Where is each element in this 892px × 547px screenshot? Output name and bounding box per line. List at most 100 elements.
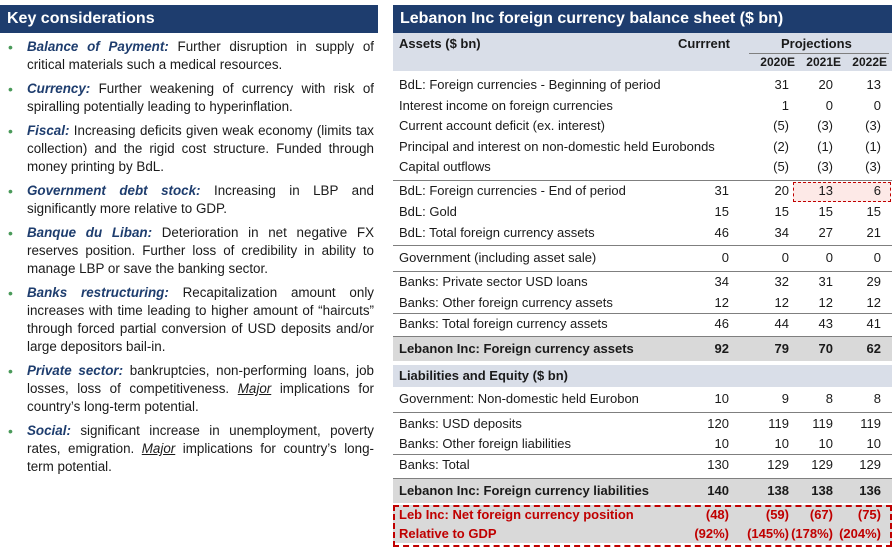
consideration-item: • Social: significant increase in unemplo… [0, 422, 378, 476]
consideration-term: Balance of Payment: [27, 39, 169, 54]
balance-sheet-header: Lebanon Inc foreign currency balance she… [393, 5, 892, 33]
table-row: Interest income on foreign currencies 1 0 0 [393, 96, 892, 117]
projection-value: 0 [873, 249, 881, 265]
bullet-icon: • [8, 39, 13, 55]
bullet-icon: • [8, 285, 13, 301]
liabilities-header-band: Liabilities and Equity ($ bn) [393, 364, 892, 387]
row-label: BdL: Gold [399, 203, 457, 219]
projection-value: 119 [768, 415, 789, 431]
current-value: 0 [721, 249, 729, 265]
liabilities-total-row: Lebanon Inc: Foreign currency liabilitie… [393, 478, 892, 503]
key-considerations-list: • Balance of Payment: Further disruption … [0, 38, 378, 482]
bullet-icon: • [8, 183, 13, 199]
projection-value: (3) [817, 118, 833, 133]
projection-value: (2) [773, 138, 789, 154]
row-label: Banks: Total [399, 456, 470, 472]
current-value: 12 [714, 294, 729, 310]
projection-value: 31 [818, 273, 833, 289]
projection-value: 0 [825, 249, 833, 265]
consideration-term: Banque du Liban: [27, 225, 153, 240]
net-position-box [393, 504, 892, 547]
projection-value: 31 [774, 77, 789, 92]
projection-value: (1) [865, 138, 881, 154]
projection-value: 6 [873, 182, 881, 198]
projection-value: 0 [781, 249, 789, 265]
projection-value: 10 [866, 435, 881, 451]
table-row: BdL: Foreign currencies - Beginning of p… [393, 75, 892, 96]
current-value: 140 [707, 482, 729, 498]
table-row: Banks: Other foreign currency assets 12 12… [393, 292, 892, 313]
projection-value: 119 [860, 415, 881, 431]
projection-value: 10 [774, 435, 789, 451]
row-label: Lebanon Inc: Foreign currency liabilitie… [399, 482, 649, 498]
key-considerations-header: Key considerations [0, 5, 378, 33]
current-value: 120 [707, 415, 729, 431]
projection-value: 41 [866, 315, 881, 331]
row-label: Current account deficit (ex. interest) [399, 118, 605, 133]
projection-value: (3) [817, 159, 833, 174]
current-header: Currrent [678, 36, 731, 51]
projection-value: 34 [774, 224, 789, 240]
projection-value: 44 [774, 315, 789, 331]
emphasis-text: Major [141, 441, 176, 456]
row-label: BdL: Total foreign currency assets [399, 224, 595, 240]
projection-value: 8 [825, 390, 833, 406]
projection-value: 0 [825, 97, 833, 113]
table-row: Government (including asset sale) 0 0 0 0 [393, 247, 892, 269]
year-header: 2022E [852, 55, 887, 69]
projection-value: 10 [818, 435, 833, 451]
current-value: 46 [714, 224, 729, 240]
row-label: Lebanon Inc: Foreign currency assets [399, 340, 634, 356]
projection-value: (3) [865, 159, 881, 174]
current-value: 92 [714, 340, 729, 356]
table-row: Banks: Other foreign liabilities 10 10 10 10 [393, 434, 892, 454]
projection-value: 0 [873, 97, 881, 113]
table-row: Capital outflows (5) (3) (3) [393, 157, 892, 178]
current-value: 10 [714, 390, 729, 406]
row-label: Banks: Total foreign currency assets [399, 315, 608, 331]
row-label: Capital outflows [399, 159, 491, 174]
row-label: Principal and interest on non-domestic h… [399, 138, 715, 154]
consideration-item: • Balance of Payment: Further disruption … [0, 38, 378, 74]
projection-value: 12 [774, 294, 789, 310]
projection-value: 70 [818, 340, 833, 356]
consideration-term: Fiscal: [27, 123, 70, 138]
projection-value: 43 [818, 315, 833, 331]
liabilities-header: Liabilities and Equity ($ bn) [399, 367, 569, 383]
consideration-text: Increasing deficits given weak economy (… [27, 123, 374, 174]
projection-value: 9 [781, 390, 789, 406]
consideration-term: Banks restructuring: [27, 285, 169, 300]
projection-value: 15 [866, 203, 881, 219]
table-row: Government: Non-domestic held Eurobon 10 9… [393, 389, 892, 409]
row-label: Banks: Private sector USD loans [399, 273, 588, 289]
bullet-icon: • [8, 363, 13, 379]
year-header: 2020E [760, 55, 795, 69]
consideration-item: • Private sector: bankruptcies, non-perfo… [0, 362, 378, 416]
current-value: 10 [714, 435, 729, 451]
projections-underline [749, 53, 889, 54]
row-label: Banks: Other foreign currency assets [399, 294, 613, 310]
projection-value: 129 [767, 456, 789, 472]
row-label: Government (including asset sale) [399, 249, 597, 265]
projection-value: 138 [811, 482, 833, 498]
projection-value: 1 [781, 97, 789, 113]
projection-value: 20 [818, 77, 833, 92]
emphasis-text: Major [237, 381, 272, 396]
projection-value: (3) [865, 118, 881, 133]
consideration-item: • Banks restructuring: Recapitalization a… [0, 284, 378, 356]
table-row: Principal and interest on non-domestic h… [393, 137, 892, 158]
projection-value: 129 [859, 456, 881, 472]
bullet-icon: • [8, 423, 13, 439]
row-label: Banks: USD deposits [399, 415, 522, 431]
current-value: 15 [714, 203, 729, 219]
assets-header: Assets ($ bn) [399, 36, 481, 51]
year-header: 2021E [806, 55, 841, 69]
current-value: 34 [714, 273, 729, 289]
current-value: 46 [714, 315, 729, 331]
table-row: Current account deficit (ex. interest) (5… [393, 116, 892, 137]
consideration-item: • Currency: Further weakening of currency… [0, 80, 378, 116]
current-value: 130 [707, 456, 729, 472]
row-label: Banks: Other foreign liabilities [399, 435, 571, 451]
table-row: Banks: USD deposits 120 119 119 119 [393, 413, 892, 434]
row-label: Government: Non-domestic held Eurobon [399, 390, 639, 406]
